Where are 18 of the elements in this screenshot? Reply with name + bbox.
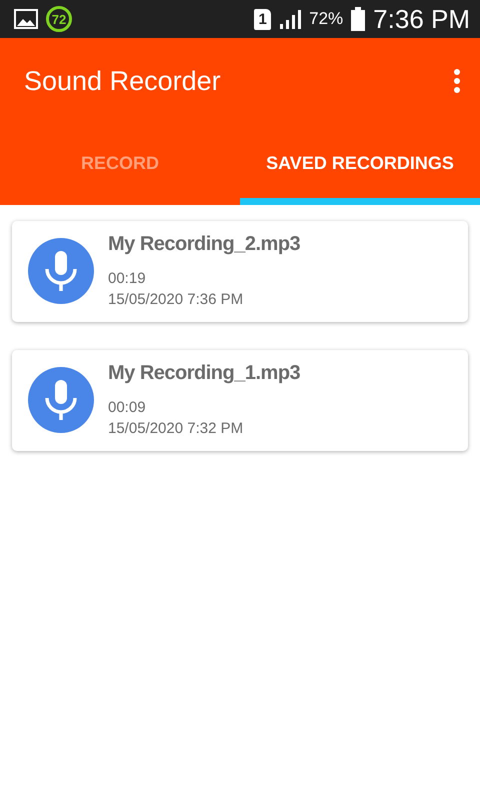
app-title: Sound Recorder xyxy=(24,66,222,96)
battery-icon xyxy=(351,7,366,31)
picture-icon xyxy=(14,9,38,29)
more-options-icon[interactable] xyxy=(454,69,460,93)
battery-level-badge: 72 xyxy=(46,6,72,32)
recording-duration: 00:19 xyxy=(108,270,147,287)
recording-name: My Recording_2.mp3 xyxy=(108,233,300,256)
recording-date: 15/05/2020 7:32 PM xyxy=(108,420,244,437)
sim-indicator: 1 xyxy=(254,8,272,30)
recording-name: My Recording_1.mp3 xyxy=(108,362,300,385)
clock-time: 7:36 PM xyxy=(373,4,470,34)
recording-duration: 00:09 xyxy=(108,399,147,416)
tab[interactable]: SAVED RECORDINGS xyxy=(240,124,480,205)
recording-date: 15/05/2020 7:36 PM xyxy=(108,291,244,308)
recording-card[interactable]: My Recording_2.mp3 00:19 15/05/2020 7:36 PM xyxy=(12,221,468,322)
signal-icon xyxy=(279,9,302,29)
recording-card[interactable]: My Recording_1.mp3 00:09 15/05/2020 7:32 PM xyxy=(12,350,468,451)
battery-percent: 72% xyxy=(309,9,344,29)
